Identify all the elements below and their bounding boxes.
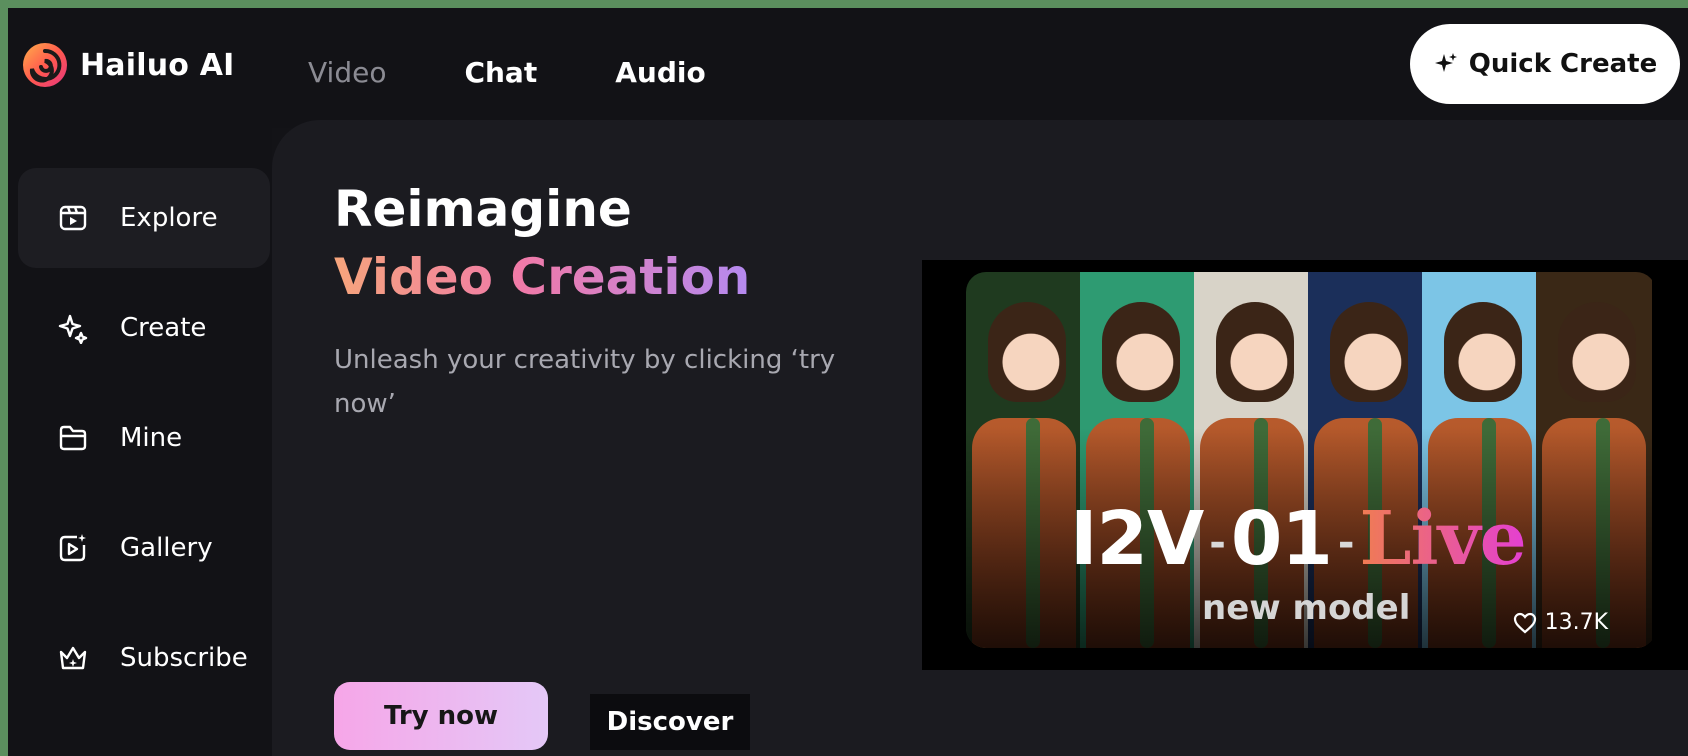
- likes-value: 13.7K: [1544, 610, 1608, 635]
- hailuo-logo-icon: [23, 43, 67, 87]
- explore-icon: [56, 201, 90, 235]
- tab-video[interactable]: Video: [308, 56, 386, 89]
- model-video-card[interactable]: I2V -01 -Live new model 13.7K: [966, 272, 1656, 648]
- model-title-part1: I2V: [1070, 496, 1204, 582]
- sidebar-item-explore[interactable]: Explore: [18, 168, 270, 268]
- top-bar: Hailuo AI Video Chat Audio Quick Create: [8, 8, 1688, 128]
- main-panel: Reimagine Video Creation Unleash your cr…: [272, 120, 1688, 756]
- quick-create-label: Quick Create: [1468, 49, 1658, 79]
- sidebar-item-create[interactable]: Create: [18, 278, 270, 378]
- brand-title: Hailuo AI: [80, 47, 235, 83]
- folder-icon: [56, 421, 90, 455]
- try-now-button[interactable]: Try now: [334, 682, 548, 750]
- hero-description: Unleash your creativity by clicking ‘try…: [334, 345, 836, 419]
- model-title-part2: 01: [1230, 496, 1333, 582]
- brand[interactable]: Hailuo AI: [22, 42, 235, 88]
- tab-chat[interactable]: Chat: [464, 56, 537, 89]
- hero-subtitle: Video Creation: [334, 248, 751, 306]
- crown-icon: [56, 641, 90, 675]
- top-nav: Video Chat Audio: [308, 56, 706, 89]
- model-hyphen: -: [1209, 520, 1226, 567]
- tab-audio[interactable]: Audio: [615, 56, 705, 89]
- quick-create-button[interactable]: Quick Create: [1410, 24, 1680, 104]
- sidebar-item-label: Gallery: [120, 533, 213, 563]
- sparkle-create-icon: [56, 311, 90, 345]
- gallery-icon: [56, 531, 90, 565]
- sidebar-item-label: Explore: [120, 203, 218, 233]
- sidebar-item-mine[interactable]: Mine: [18, 388, 270, 488]
- sidebar-item-gallery[interactable]: Gallery: [18, 498, 270, 598]
- discover-button[interactable]: Discover: [590, 694, 750, 750]
- model-title-live: Live: [1359, 496, 1527, 582]
- sidebar: Explore Create Mine Gallery Subscribe: [8, 128, 272, 756]
- hero-title: Reimagine: [334, 180, 632, 238]
- likes-count[interactable]: 13.7K: [1513, 610, 1608, 635]
- sidebar-item-subscribe[interactable]: Subscribe: [18, 608, 270, 708]
- sidebar-item-label: Subscribe: [120, 643, 248, 673]
- model-subtitle: new model: [1202, 588, 1411, 628]
- sparkle-icon: [1434, 53, 1457, 72]
- heart-icon: [1513, 612, 1536, 633]
- model-title: I2V -01 -Live: [1070, 496, 1527, 582]
- sidebar-item-label: Mine: [120, 423, 183, 453]
- app-window: Hailuo AI Video Chat Audio Quick Create: [8, 8, 1688, 756]
- sidebar-item-label: Create: [120, 313, 207, 343]
- model-hyphen: -: [1337, 520, 1355, 567]
